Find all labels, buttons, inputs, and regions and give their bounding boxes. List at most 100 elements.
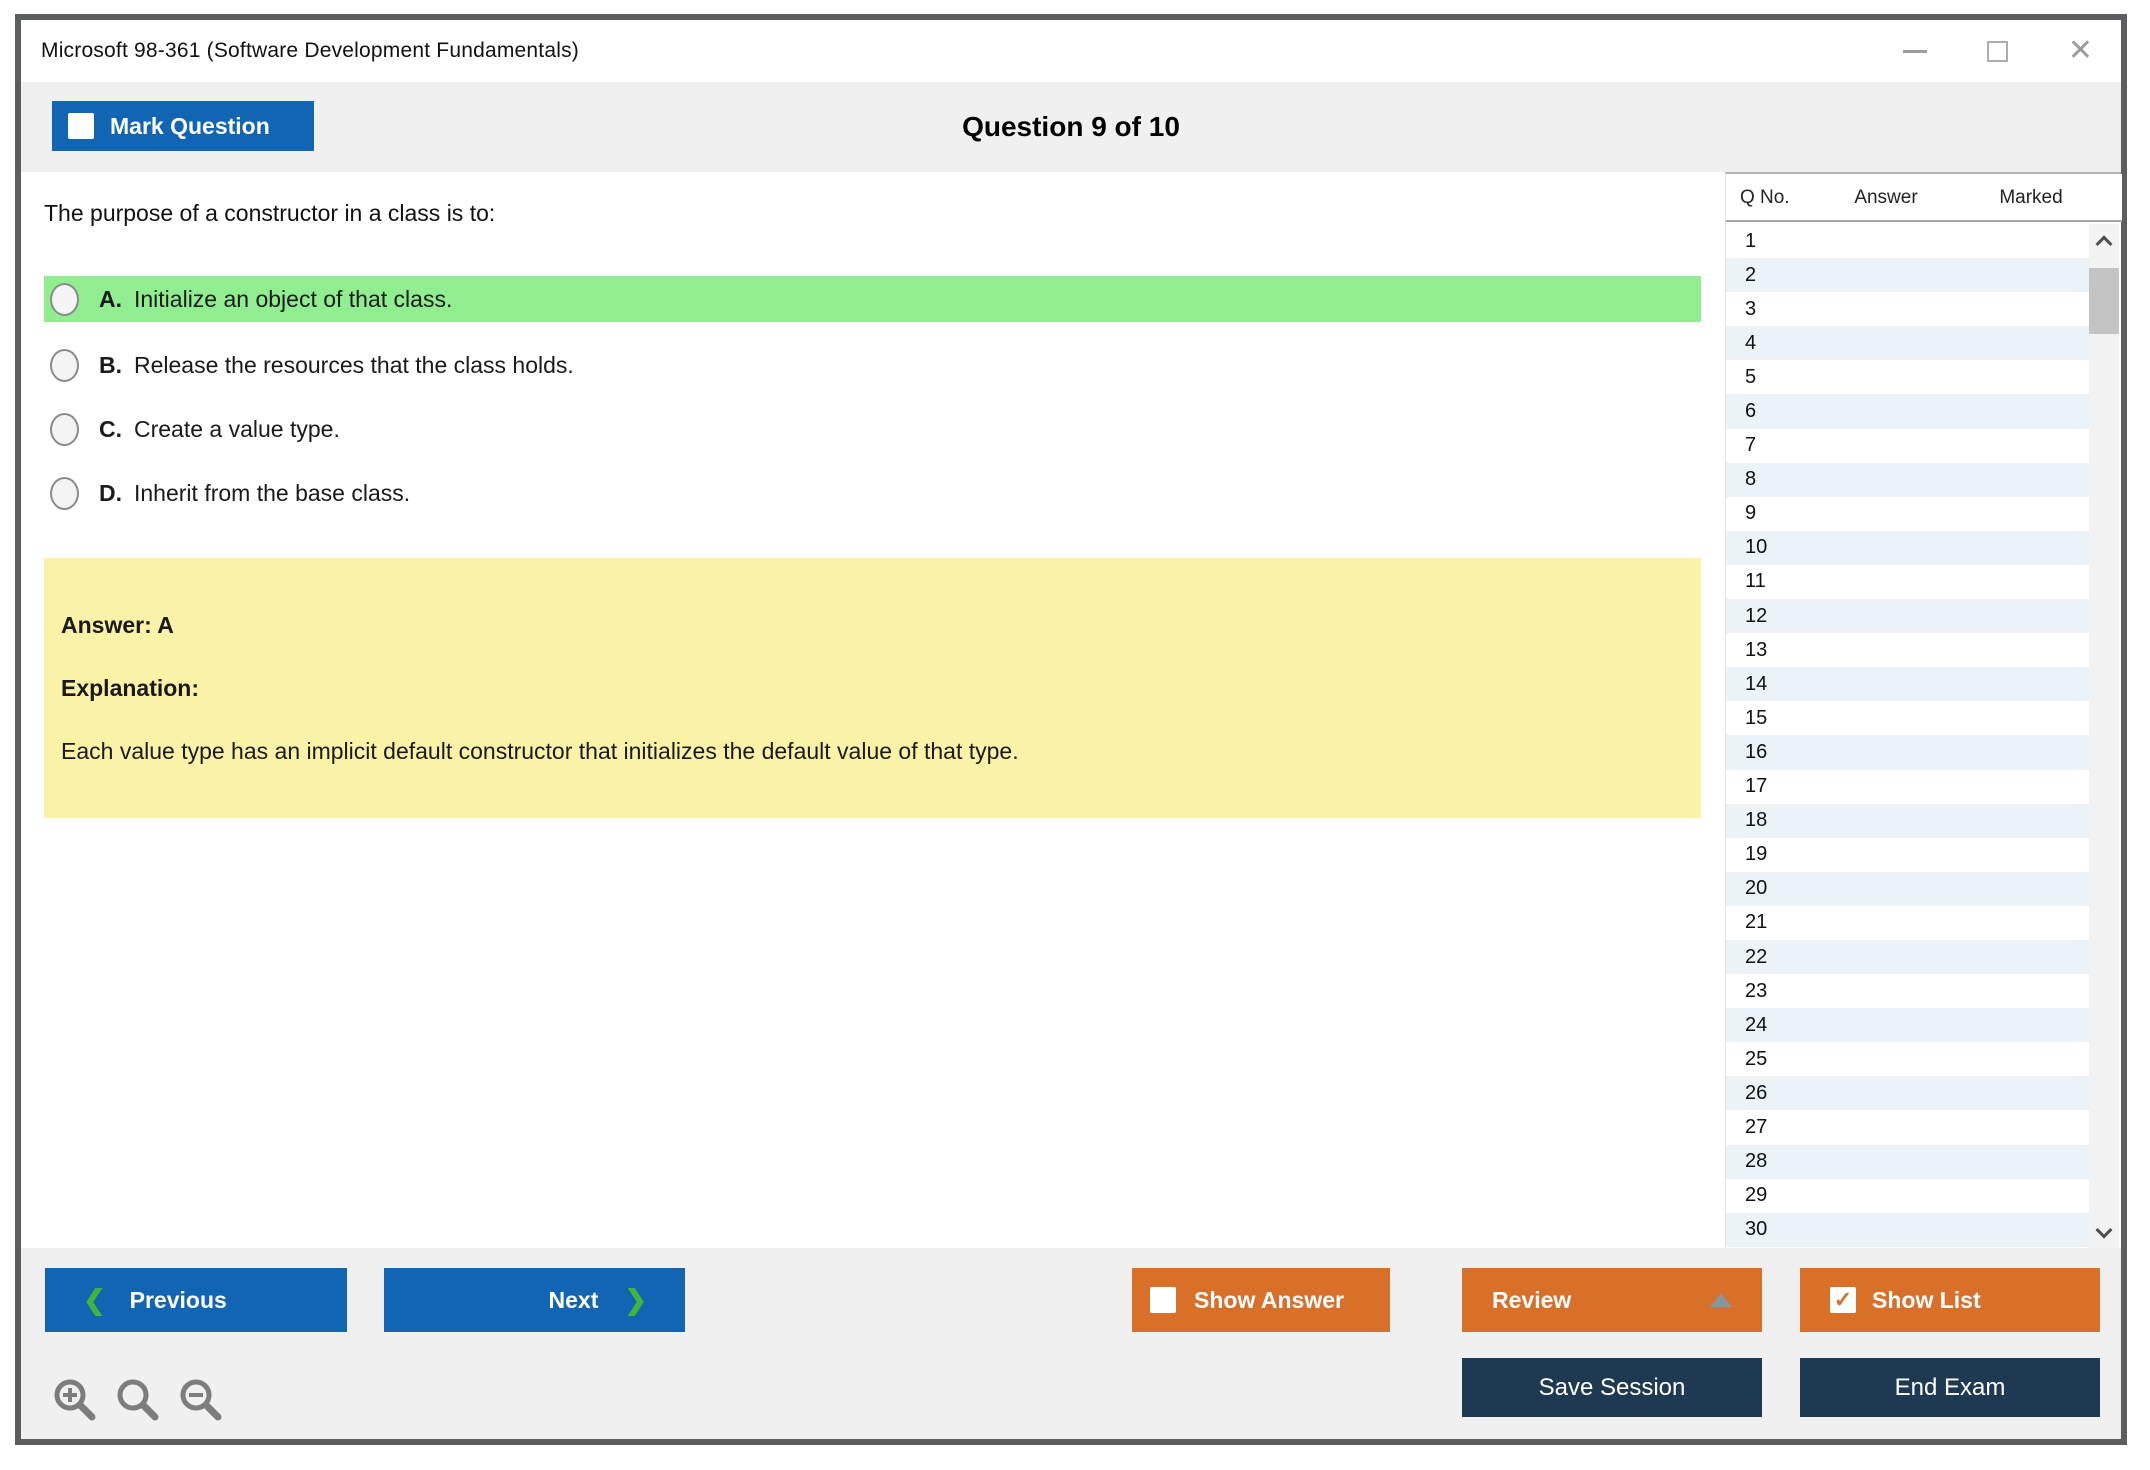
zoom-out-icon[interactable]: [177, 1376, 225, 1428]
answer-label: Answer: A: [61, 612, 174, 638]
save-session-button[interactable]: Save Session: [1462, 1358, 1762, 1417]
window-title: Microsoft 98-361 (Software Development F…: [41, 39, 579, 62]
question-number: 16: [1745, 740, 1768, 763]
maximize-button[interactable]: [1986, 40, 2008, 62]
question-number: 18: [1745, 809, 1768, 832]
end-exam-button[interactable]: End Exam: [1800, 1358, 2100, 1417]
table-row[interactable]: 5: [1726, 360, 2089, 395]
zoom-in-icon[interactable]: [51, 1376, 99, 1428]
show-answer-button[interactable]: Show Answer: [1132, 1268, 1390, 1332]
question-list-panel: Q No. Answer Marked 1 2 3 4 5 6 7 8 9 10 11 12 13 14 1…: [1725, 172, 2122, 1250]
scrollbar-thumb[interactable]: [2089, 268, 2119, 334]
scroll-up-button[interactable]: [2089, 224, 2119, 258]
table-row[interactable]: 14: [1726, 667, 2089, 702]
mark-question-button[interactable]: Mark Question: [52, 101, 314, 151]
mark-question-label: Mark Question: [110, 112, 270, 139]
next-label: Next: [548, 1286, 599, 1313]
table-row[interactable]: 22: [1726, 939, 2089, 975]
answer-option[interactable]: C. Create a value type.: [44, 406, 1701, 452]
option-text: Inherit from the base class.: [134, 479, 411, 506]
table-row[interactable]: 8: [1726, 462, 2089, 497]
table-row[interactable]: 18: [1726, 803, 2089, 838]
previous-button[interactable]: ❮ Previous: [45, 1268, 347, 1332]
end-exam-label: End Exam: [1894, 1373, 2006, 1401]
question-list-rows: 1 2 3 4 5 6 7 8 9 10 11 12 13 14 15 16 17 18 19 20 21 22 23 24 2…: [1726, 224, 2089, 1248]
table-row[interactable]: 6: [1726, 394, 2089, 429]
chevron-right-icon: ❯: [624, 1284, 647, 1315]
question-number: 30: [1745, 1218, 1768, 1241]
show-list-button[interactable]: ✓ Show List: [1800, 1268, 2100, 1332]
table-row[interactable]: 17: [1726, 769, 2089, 804]
radio-button-icon[interactable]: [50, 282, 79, 316]
answer-option[interactable]: B. Release the resources that the class …: [44, 342, 1701, 388]
table-row[interactable]: 10: [1726, 530, 2089, 565]
answer-option[interactable]: A. Initialize an object of that class.: [44, 276, 1701, 322]
table-row[interactable]: 27: [1726, 1110, 2089, 1145]
question-number: 3: [1745, 297, 1757, 320]
table-row[interactable]: 9: [1726, 496, 2089, 531]
table-row[interactable]: 26: [1726, 1076, 2089, 1111]
question-number: 9: [1745, 502, 1757, 525]
table-row[interactable]: 4: [1726, 326, 2089, 361]
table-row[interactable]: 28: [1726, 1144, 2089, 1179]
title-bar: Microsoft 98-361 (Software Development F…: [21, 20, 2121, 82]
question-number: 7: [1745, 434, 1757, 457]
radio-button-icon[interactable]: [50, 412, 79, 446]
table-row[interactable]: 13: [1726, 633, 2089, 668]
question-list-header: Q No. Answer Marked: [1726, 174, 2122, 222]
table-row[interactable]: 11: [1726, 564, 2089, 600]
table-row[interactable]: 29: [1726, 1178, 2089, 1213]
question-number: 6: [1745, 400, 1757, 423]
explanation-text: Each value type has an implicit default …: [61, 738, 1019, 764]
scrollbar[interactable]: [2089, 224, 2119, 1250]
zoom-reset-icon[interactable]: [114, 1376, 162, 1428]
mark-question-checkbox[interactable]: [68, 113, 94, 139]
table-row[interactable]: 20: [1726, 871, 2089, 906]
table-row[interactable]: 3: [1726, 292, 2089, 327]
scroll-down-icon: [2095, 1221, 2113, 1239]
table-row[interactable]: 12: [1726, 599, 2089, 634]
table-row[interactable]: 1: [1726, 224, 2089, 259]
option-letter: B.: [99, 351, 122, 378]
question-number: 13: [1745, 638, 1768, 661]
table-row[interactable]: 2: [1726, 258, 2089, 293]
collapse-arrow-icon: [1710, 1293, 1732, 1307]
close-button[interactable]: ✕: [2068, 36, 2093, 66]
explanation-box: Answer: A Explanation: Each value type h…: [44, 558, 1701, 818]
table-row[interactable]: 19: [1726, 837, 2089, 872]
column-header-marked: Marked: [1999, 187, 2063, 208]
question-number: 29: [1745, 1184, 1768, 1207]
question-panel: The purpose of a constructor in a class …: [21, 172, 1725, 1248]
explanation-label: Explanation:: [61, 675, 200, 701]
table-row[interactable]: 7: [1726, 428, 2089, 463]
table-row[interactable]: 24: [1726, 1008, 2089, 1043]
next-button[interactable]: Next ❯: [384, 1268, 685, 1332]
radio-button-icon[interactable]: [50, 476, 79, 510]
question-number: 15: [1745, 706, 1768, 729]
zoom-controls: [51, 1376, 225, 1428]
question-number: 8: [1745, 468, 1757, 491]
show-list-checkbox[interactable]: ✓: [1830, 1287, 1856, 1313]
option-text: Initialize an object of that class.: [134, 285, 453, 312]
question-number: 14: [1745, 672, 1768, 695]
scroll-down-button[interactable]: [2089, 1216, 2119, 1250]
table-row[interactable]: 25: [1726, 1042, 2089, 1077]
save-session-label: Save Session: [1538, 1373, 1686, 1401]
table-row[interactable]: 15: [1726, 701, 2089, 736]
question-text: The purpose of a constructor in a class …: [44, 200, 496, 226]
minimize-button[interactable]: [1902, 49, 1927, 53]
question-number: 21: [1745, 911, 1768, 934]
table-row[interactable]: 23: [1726, 974, 2089, 1009]
column-header-qno: Q No.: [1740, 187, 1790, 208]
table-row[interactable]: 30: [1726, 1212, 2089, 1247]
question-number: 25: [1745, 1047, 1768, 1070]
radio-button-icon[interactable]: [50, 348, 79, 382]
answer-option[interactable]: D. Inherit from the base class.: [44, 470, 1701, 516]
table-row[interactable]: 16: [1726, 735, 2089, 770]
question-number: 12: [1745, 604, 1768, 627]
show-answer-checkbox[interactable]: [1150, 1287, 1176, 1313]
review-button[interactable]: Review: [1462, 1268, 1762, 1332]
question-number: 26: [1745, 1081, 1768, 1104]
table-row[interactable]: 21: [1726, 905, 2089, 940]
question-number: 28: [1745, 1150, 1768, 1173]
